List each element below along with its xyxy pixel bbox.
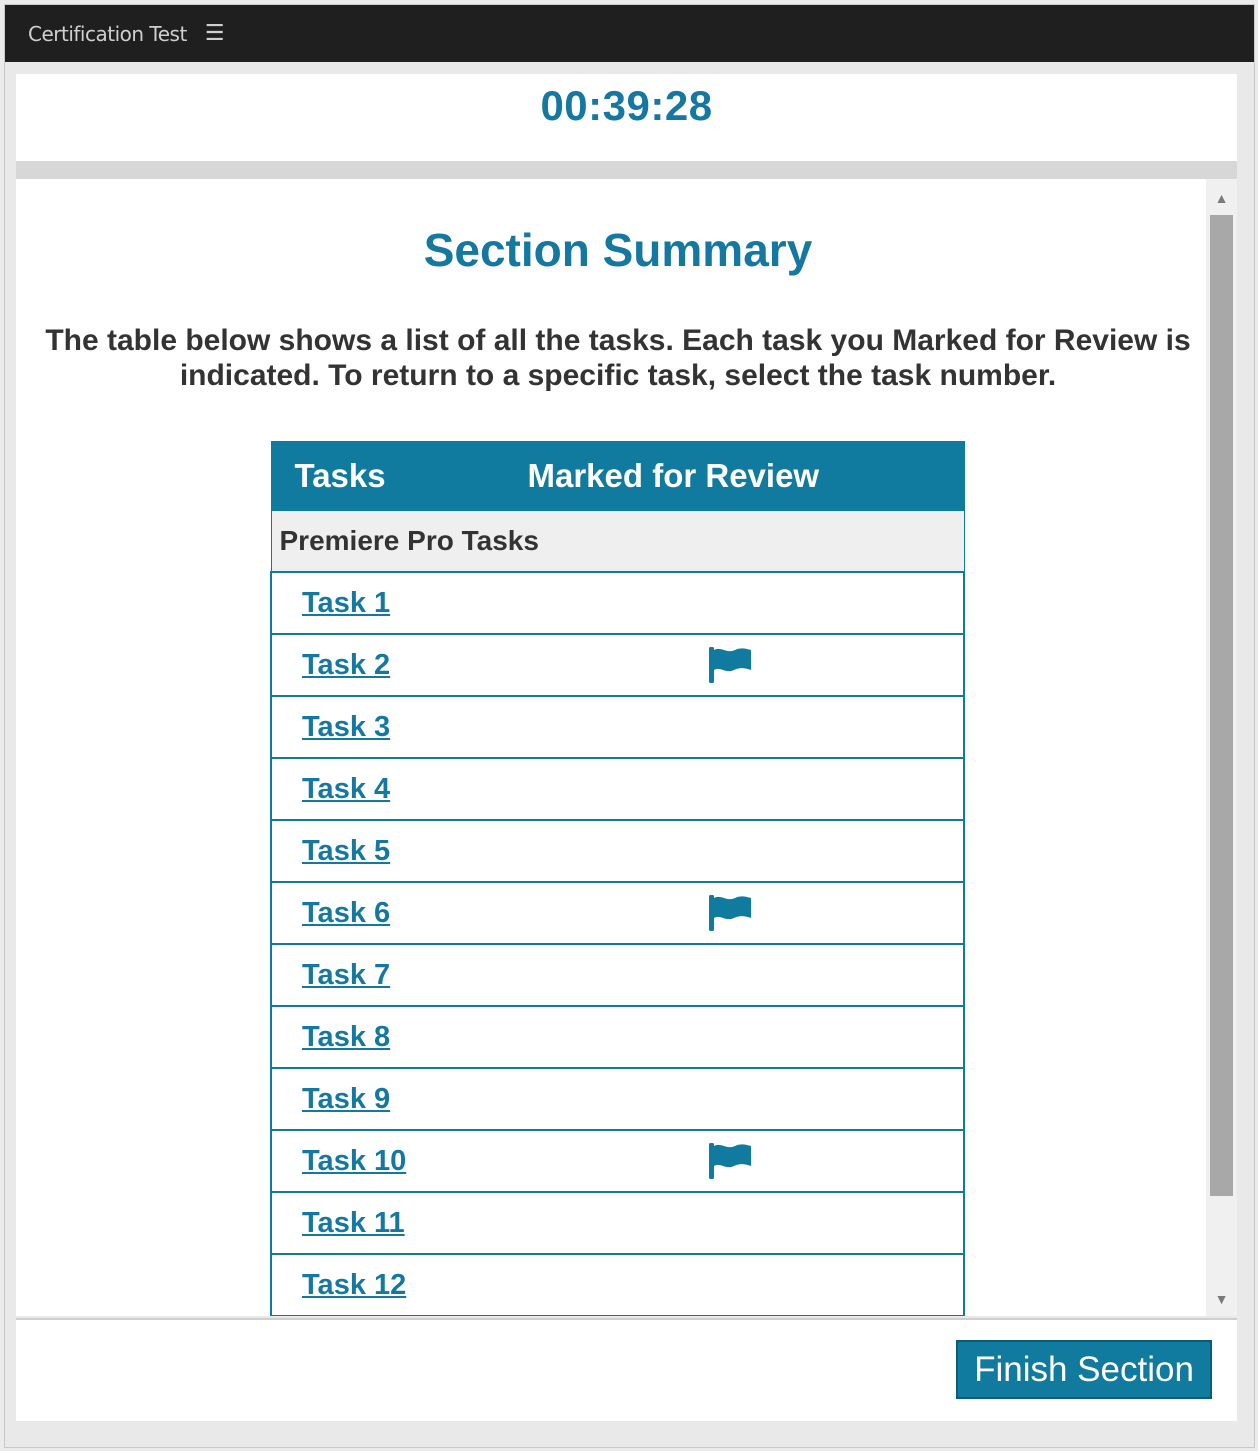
column-header-marked-for-review: Marked for Review [526, 441, 965, 511]
scrollbar-thumb[interactable] [1210, 215, 1233, 1196]
task-link[interactable]: Task 9 [302, 1083, 390, 1115]
review-cell [527, 1192, 965, 1255]
task-link[interactable]: Task 11 [302, 1207, 405, 1239]
review-cell [527, 634, 965, 697]
table-row: Task 11 [270, 1192, 965, 1255]
flag-icon [707, 1142, 753, 1180]
group-label: Premiere Pro Tasks [270, 510, 965, 573]
table-row: Task 3 [270, 696, 965, 759]
task-cell: Task 9 [270, 1068, 527, 1131]
review-cell [527, 696, 965, 759]
summary-content: Section Summary The table below shows a … [16, 179, 1237, 1316]
table-row: Task 6 [270, 882, 965, 945]
task-table: Tasks Marked for Review Premiere Pro Tas… [270, 441, 965, 1316]
table-row: Task 8 [270, 1006, 965, 1069]
header-divider [16, 161, 1237, 179]
table-group-row: Premiere Pro Tasks [270, 510, 965, 573]
table-row: Task 1 [270, 572, 965, 635]
task-cell: Task 6 [270, 882, 527, 945]
finish-section-button[interactable]: Finish Section [956, 1340, 1212, 1399]
task-link[interactable]: Task 12 [302, 1269, 406, 1301]
review-cell [527, 572, 965, 635]
table-row: Task 2 [270, 634, 965, 697]
flag-icon [707, 894, 753, 932]
task-cell: Task 1 [270, 572, 527, 635]
task-cell: Task 5 [270, 820, 527, 883]
table-row: Task 4 [270, 758, 965, 821]
review-cell [527, 1130, 965, 1193]
window-title: Certification Test [28, 21, 187, 46]
review-cell [527, 1068, 965, 1131]
task-cell: Task 10 [270, 1130, 527, 1193]
review-cell [527, 1254, 965, 1316]
task-link[interactable]: Task 6 [302, 897, 390, 929]
task-cell: Task 3 [270, 696, 527, 759]
vertical-scrollbar[interactable]: ▲ ▼ [1206, 179, 1237, 1316]
task-link[interactable]: Task 8 [302, 1021, 390, 1053]
table-row: Task 7 [270, 944, 965, 1007]
instructions-text: The table below shows a list of all the … [45, 324, 1191, 392]
task-cell: Task 7 [270, 944, 527, 1007]
task-link[interactable]: Task 2 [302, 649, 390, 681]
countdown-timer: 00:39:28 [540, 82, 713, 129]
scroll-up-arrow-icon[interactable]: ▲ [1206, 183, 1237, 213]
timer-panel: 00:39:28 [16, 74, 1237, 161]
title-bar: Certification Test ☰ [5, 5, 1254, 62]
task-link[interactable]: Task 10 [302, 1145, 406, 1177]
review-cell [527, 758, 965, 821]
task-link[interactable]: Task 4 [302, 773, 390, 805]
hamburger-menu-icon[interactable]: ☰ [205, 21, 225, 46]
task-cell: Task 12 [270, 1254, 527, 1316]
table-row: Task 12 [270, 1254, 965, 1316]
scroll-down-arrow-icon[interactable]: ▼ [1206, 1284, 1237, 1314]
task-link[interactable]: Task 5 [302, 835, 390, 867]
flag-icon [707, 646, 753, 684]
task-cell: Task 4 [270, 758, 527, 821]
page-title: Section Summary [423, 224, 813, 276]
table-row: Task 10 [270, 1130, 965, 1193]
footer-bar: Finish Section [16, 1318, 1237, 1421]
review-cell [527, 820, 965, 883]
table-header-row: Tasks Marked for Review [270, 441, 965, 511]
task-cell: Task 2 [270, 634, 527, 697]
task-link[interactable]: Task 1 [302, 587, 390, 619]
table-row: Task 9 [270, 1068, 965, 1131]
table-row: Task 5 [270, 820, 965, 883]
review-cell [527, 882, 965, 945]
task-link[interactable]: Task 3 [302, 711, 390, 743]
task-cell: Task 11 [270, 1192, 527, 1255]
task-cell: Task 8 [270, 1006, 527, 1069]
task-link[interactable]: Task 7 [302, 959, 390, 991]
column-header-tasks: Tasks [270, 441, 528, 511]
review-cell [527, 944, 965, 1007]
review-cell [527, 1006, 965, 1069]
